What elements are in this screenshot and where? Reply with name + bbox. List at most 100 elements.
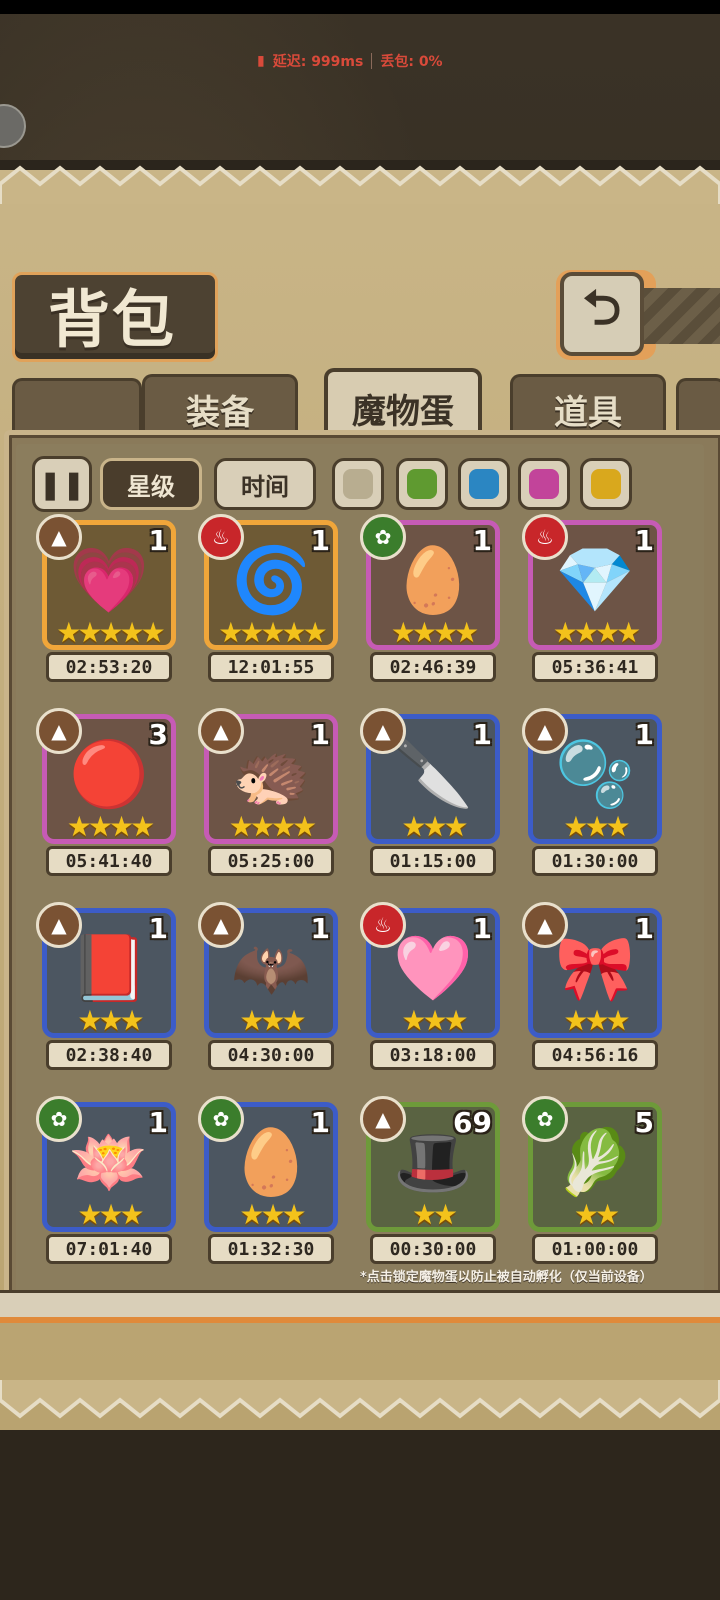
back-button[interactable]: ⮌: [560, 272, 644, 356]
egg-card[interactable]: 🥚 ✿ 1 ★★★★ 02:46:39: [360, 514, 500, 684]
egg-quantity: 1: [472, 718, 492, 751]
egg-star-rating: ★★★: [401, 1004, 468, 1037]
earth-element-icon: ▲: [36, 708, 82, 754]
egg-star-rating: ★★★: [239, 1198, 306, 1231]
egg-quantity: 1: [310, 524, 330, 557]
hatch-timer: 01:30:00: [532, 846, 658, 876]
packet-loss-label: 丢包: 0%: [380, 54, 443, 70]
egg-card[interactable]: 🦔 ▲ 1 ★★★★ 05:25:00: [198, 708, 338, 878]
egg-quantity: 1: [310, 1106, 330, 1139]
hatch-timer: 02:46:39: [370, 652, 496, 682]
pause-icon: ❚❚: [38, 467, 86, 501]
earth-element-icon: ▲: [198, 902, 244, 948]
hatch-timer: 12:01:55: [208, 652, 334, 682]
color-swatch: [469, 469, 499, 499]
egg-card[interactable]: 🌀 ♨ 1 ★★★★★ 12:01:55: [198, 514, 338, 684]
earth-element-icon: ▲: [198, 708, 244, 754]
egg-card[interactable]: 🪷 ✿ 1 ★★★ 07:01:40: [36, 1096, 176, 1266]
map-background-bottom: [0, 1430, 720, 1600]
hatch-timer: 05:36:41: [532, 652, 658, 682]
egg-quantity: 1: [310, 718, 330, 751]
color-swatch: [529, 469, 559, 499]
egg-quantity: 1: [148, 912, 168, 945]
hatch-timer: 05:25:00: [208, 846, 334, 876]
color-swatch: [591, 469, 621, 499]
status-bar: [0, 0, 720, 14]
egg-quantity: 1: [472, 524, 492, 557]
hatch-timer: 07:01:40: [46, 1234, 172, 1264]
fire-element-icon: ♨: [198, 514, 244, 560]
egg-star-rating: ★★★★: [390, 616, 479, 649]
hatch-timer: 04:56:16: [532, 1040, 658, 1070]
egg-card[interactable]: 🦇 ▲ 1 ★★★ 04:30:00: [198, 902, 338, 1072]
hatch-timer: 05:41:40: [46, 846, 172, 876]
signal-icon: ▮: [257, 53, 265, 69]
hatch-timer: 02:38:40: [46, 1040, 172, 1070]
egg-star-rating: ★★★★: [552, 616, 641, 649]
egg-quantity: 1: [634, 912, 654, 945]
zigzag-top-border: [0, 160, 720, 204]
color-swatch: [343, 469, 373, 499]
egg-star-rating: ★★★: [563, 810, 630, 843]
egg-card[interactable]: 💎 ♨ 1 ★★★★ 05:36:41: [522, 514, 662, 684]
egg-star-rating: ★★★: [77, 1198, 144, 1231]
egg-card[interactable]: 📕 ▲ 1 ★★★ 02:38:40: [36, 902, 176, 1072]
sort-by-stars-button[interactable]: 星级: [100, 458, 202, 510]
latency-label: 延迟: 999ms: [272, 54, 364, 70]
egg-star-rating: ★★★★: [228, 810, 317, 843]
hatch-timer: 02:53:20: [46, 652, 172, 682]
hatch-timer: 03:18:00: [370, 1040, 496, 1070]
egg-quantity: 1: [634, 524, 654, 557]
hatch-timer: 00:30:00: [370, 1234, 496, 1264]
lock-hint-text: *点击锁定魔物蛋以防止被自动孵化（仅当前设备）: [360, 1270, 653, 1285]
earth-element-icon: ▲: [360, 708, 406, 754]
rarity-filter-3[interactable]: [518, 458, 570, 510]
grass-element-icon: ✿: [198, 1096, 244, 1142]
egg-star-rating: ★★★: [77, 1004, 144, 1037]
earth-element-icon: ▲: [360, 1096, 406, 1142]
fire-element-icon: ♨: [360, 902, 406, 948]
egg-card[interactable]: 💗 ▲ 1 ★★★★★ 02:53:20: [36, 514, 176, 684]
egg-star-rating: ★★★★★: [56, 616, 166, 649]
egg-star-rating: ★★★: [239, 1004, 306, 1037]
egg-quantity: 1: [148, 524, 168, 557]
egg-quantity: 3: [148, 718, 168, 751]
zigzag-bottom-border: [0, 1380, 720, 1419]
egg-quantity: 1: [148, 1106, 168, 1139]
egg-quantity: 1: [472, 912, 492, 945]
egg-star-rating: ★★★★: [66, 810, 155, 843]
grass-element-icon: ✿: [522, 1096, 568, 1142]
page-title: 背包: [47, 283, 176, 356]
sort-toggle-button[interactable]: ❚❚: [32, 456, 92, 512]
egg-card[interactable]: 🎩 ▲ 69 ★★ 00:30:00: [360, 1096, 500, 1266]
egg-star-rating: ★★★: [401, 810, 468, 843]
egg-card[interactable]: 🎀 ▲ 1 ★★★ 04:56:16: [522, 902, 662, 1072]
egg-star-rating: ★★★★★: [218, 616, 328, 649]
sort-by-time-button[interactable]: 时间: [214, 458, 316, 510]
egg-card[interactable]: 🥚 ✿ 1 ★★★ 01:32:30: [198, 1096, 338, 1266]
rarity-filter-1[interactable]: [396, 458, 448, 510]
rarity-filter-2[interactable]: [458, 458, 510, 510]
egg-card[interactable]: 🥬 ✿ 5 ★★ 01:00:00: [522, 1096, 662, 1266]
egg-star-rating: ★★★: [563, 1004, 630, 1037]
earth-element-icon: ▲: [522, 708, 568, 754]
egg-star-rating: ★★: [411, 1198, 458, 1231]
egg-card[interactable]: 🔴 ▲ 3 ★★★★ 05:41:40: [36, 708, 176, 878]
fire-element-icon: ♨: [522, 514, 568, 560]
egg-card[interactable]: 🔪 ▲ 1 ★★★ 01:15:00: [360, 708, 500, 878]
network-status: ▮ 延迟: 999ms 丢包: 0%: [257, 47, 471, 75]
egg-quantity: 69: [453, 1106, 492, 1139]
return-arrow-icon: ⮌: [582, 279, 622, 336]
egg-card[interactable]: 🩷 ♨ 1 ★★★ 03:18:00: [360, 902, 500, 1072]
color-swatch: [407, 469, 437, 499]
decorative-stripe: [640, 288, 720, 344]
egg-card[interactable]: 🫧 ▲ 1 ★★★ 01:30:00: [522, 708, 662, 878]
egg-star-rating: ★★: [573, 1198, 620, 1231]
egg-quantity: 1: [310, 912, 330, 945]
hatch-timer: 01:15:00: [370, 846, 496, 876]
rarity-filter-4[interactable]: [580, 458, 632, 510]
rarity-filter-0[interactable]: [332, 458, 384, 510]
hatch-timer: 01:00:00: [532, 1234, 658, 1264]
earth-element-icon: ▲: [36, 902, 82, 948]
grass-element-icon: ✿: [360, 514, 406, 560]
